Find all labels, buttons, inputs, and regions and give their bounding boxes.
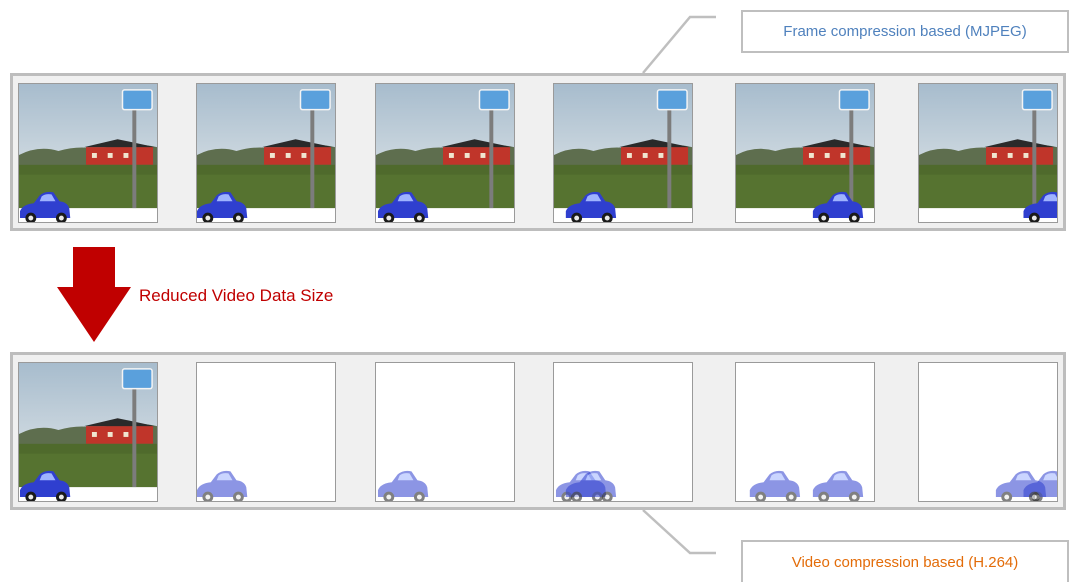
- mjpeg-frame-4: [553, 83, 693, 223]
- h264-delta-frame-2: [196, 362, 336, 502]
- h264-delta-frame-4: [553, 362, 693, 502]
- h264-frame-strip: [10, 352, 1066, 510]
- frame-scene-image: [376, 84, 514, 222]
- h264-key-frame: [18, 362, 158, 502]
- h264-delta-frame-6: [918, 362, 1058, 502]
- frame-motion-image: [197, 470, 248, 501]
- reduction-arrow-icon: [57, 247, 131, 347]
- mjpeg-frame-2: [196, 83, 336, 223]
- h264-callout-label: Video compression based (H.264): [791, 553, 1019, 571]
- mjpeg-frame-6: [918, 83, 1058, 223]
- frame-motion-image: [555, 470, 617, 501]
- h264-callout: Video compression based (H.264): [741, 540, 1069, 582]
- frame-motion-image: [377, 470, 429, 501]
- mjpeg-callout-label: Frame compression based (MJPEG): [783, 23, 1027, 40]
- frame-scene-image: [554, 84, 692, 222]
- frame-motion-image: [749, 470, 864, 501]
- mjpeg-callout: Frame compression based (MJPEG): [741, 10, 1069, 53]
- frame-scene-image: [919, 84, 1057, 222]
- mjpeg-frame-strip: [10, 73, 1066, 231]
- frame-scene-image: [736, 84, 874, 222]
- mjpeg-frame-3: [375, 83, 515, 223]
- frame-scene-image: [19, 363, 157, 501]
- frame-scene-image: [197, 84, 335, 222]
- frame-motion-image: [995, 470, 1057, 501]
- h264-delta-frame-3: [375, 362, 515, 502]
- mjpeg-frame-5: [735, 83, 875, 223]
- h264-delta-frame-5: [735, 362, 875, 502]
- bottom-callout-leader: [642, 509, 716, 555]
- reduction-label: Reduced Video Data Size: [139, 286, 334, 305]
- mjpeg-frame-1: [18, 83, 158, 223]
- frame-scene-image: [19, 84, 157, 222]
- top-callout-leader: [642, 15, 716, 74]
